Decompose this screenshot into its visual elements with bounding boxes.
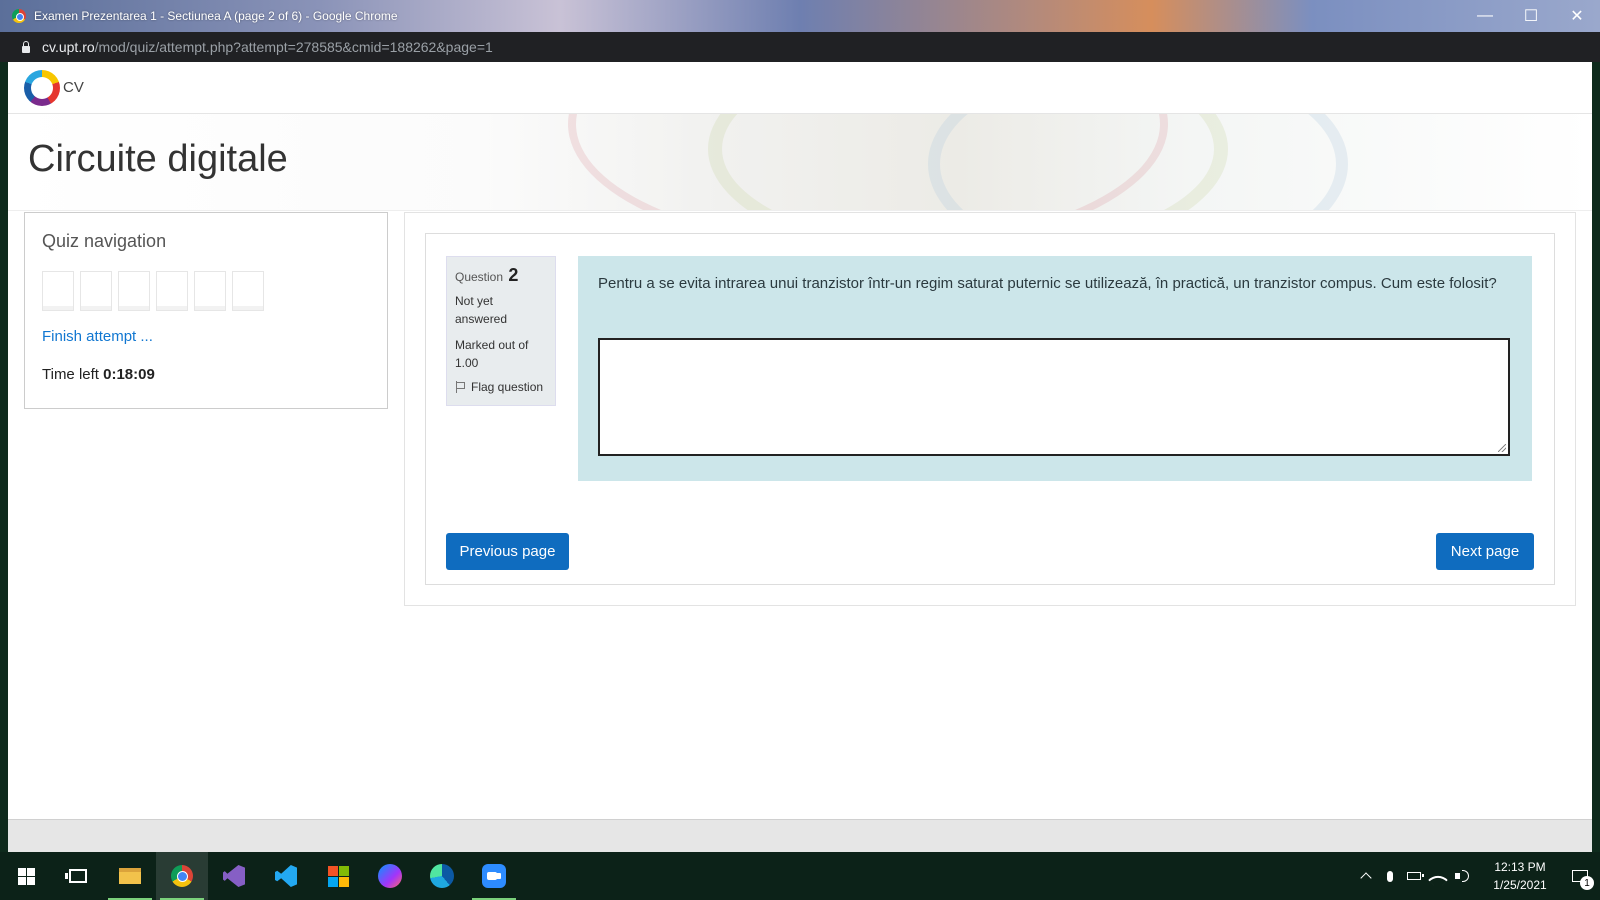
window-titlebar: Examen Prezentarea 1 - Sectiunea A (page… [0,0,1600,32]
network-tray[interactable] [1426,852,1450,900]
task-view-icon [65,869,87,883]
quiz-navigation-block: Quiz navigation Finish attempt ... Time … [24,212,388,409]
question-content: Pentru a se evita intrarea unui tranzist… [578,256,1532,481]
taskbar-zoom[interactable] [468,852,520,900]
task-view-button[interactable] [52,852,104,900]
edge-icon [430,864,454,888]
question-text: Pentru a se evita intrarea unui tranzist… [598,275,1497,292]
resize-handle-icon[interactable] [1498,444,1506,452]
windows-logo-icon [17,867,35,885]
close-button[interactable]: ✕ [1554,0,1600,32]
window-controls: — ☐ ✕ [1462,0,1600,32]
flag-question-button[interactable]: Flag question [455,380,547,394]
chrome-icon [171,865,193,887]
taskbar-messenger[interactable] [364,852,416,900]
question-info: Question 2 Not yet answered Marked out o… [446,256,556,406]
taskbar-visual-studio[interactable] [208,852,260,900]
volume-tray[interactable] [1450,852,1474,900]
battery-tray[interactable] [1402,852,1426,900]
question-nav-button[interactable] [42,271,74,311]
question-nav-button[interactable] [80,271,112,311]
quiz-navigation-heading: Quiz navigation [42,231,167,251]
taskbar-chrome[interactable] [156,852,208,900]
lock-icon[interactable] [22,40,30,53]
question-state: Not yet answered [455,294,508,326]
messenger-icon [378,864,402,888]
clock-time: 12:13 PM [1494,860,1546,874]
speaker-icon [1455,870,1469,882]
flag-question-label[interactable]: Flag question [471,380,543,394]
battery-icon [1407,872,1424,880]
notification-badge: 1 [1580,876,1594,890]
question-nav-button[interactable] [232,271,264,311]
time-left: Time left 0:18:09 [42,366,155,383]
question-label: Question [455,270,504,284]
folder-icon [119,868,141,884]
chrome-logo-icon [12,9,26,23]
visual-studio-icon [223,865,245,887]
question-navigation-buttons [42,271,264,311]
main-region: Question 2 Not yet answered Marked out o… [404,212,1576,606]
clock-date: 1/25/2021 [1493,878,1547,892]
system-tray: 12:13 PM 1/25/2021 1 [1354,852,1600,900]
question-form: Question 2 Not yet answered Marked out o… [425,233,1555,585]
header-decoration [928,114,1348,210]
chevron-up-icon [1360,872,1372,884]
flag-icon[interactable] [455,381,465,393]
site-navbar: CV [8,62,1592,114]
question-nav-button[interactable] [156,271,188,311]
microsoft-store-icon [327,865,349,887]
next-page-button[interactable]: Next page [1436,533,1534,570]
minimize-button[interactable]: — [1462,0,1508,32]
taskbar-file-explorer[interactable] [104,852,156,900]
finish-attempt-link[interactable]: Finish attempt ... [42,328,153,345]
question-number: Question 2 [455,265,547,286]
question-nav-button[interactable] [118,271,150,311]
maximize-button[interactable]: ☐ [1508,0,1554,32]
vscode-icon [275,865,297,887]
time-left-label: Time left [42,366,99,383]
page-footer-bar [8,819,1592,852]
taskbar-microsoft-store[interactable] [312,852,364,900]
question-nav-button[interactable] [194,271,226,311]
time-left-value: 0:18:09 [103,366,155,383]
site-logo-text[interactable]: CV [63,79,84,96]
question-grade: Marked out of 1.00 [455,338,529,370]
wifi-icon [1428,870,1448,890]
site-logo-icon[interactable] [24,69,60,106]
address-bar[interactable]: cv.upt.ro/mod/quiz/attempt.php?attempt=2… [0,32,1600,62]
microphone-icon [1387,870,1393,882]
start-button[interactable] [0,852,52,900]
page-title: Circuite digitale [28,138,288,180]
question-number-value: 2 [508,265,519,285]
zoom-icon [482,864,506,888]
taskbar-edge[interactable] [416,852,468,900]
window-title: Examen Prezentarea 1 - Sectiunea A (page… [34,9,398,23]
microphone-tray[interactable] [1378,852,1402,900]
show-hidden-icons-button[interactable] [1354,852,1378,900]
taskbar-vscode[interactable] [260,852,312,900]
url-text[interactable]: cv.upt.ro/mod/quiz/attempt.php?attempt=2… [42,39,493,55]
system-clock[interactable]: 12:13 PM 1/25/2021 [1480,858,1560,894]
answer-textarea[interactable] [598,338,1510,456]
action-center-button[interactable]: 1 [1560,852,1600,900]
url-path: /mod/quiz/attempt.php?attempt=278585&cmi… [94,39,493,55]
web-page: CV Circuite digitale Quiz navigation Fin… [8,62,1592,852]
windows-taskbar: 12:13 PM 1/25/2021 1 [0,852,1600,900]
url-host: cv.upt.ro [42,39,95,55]
previous-page-button[interactable]: Previous page [446,533,569,570]
page-header: Circuite digitale [8,114,1592,211]
